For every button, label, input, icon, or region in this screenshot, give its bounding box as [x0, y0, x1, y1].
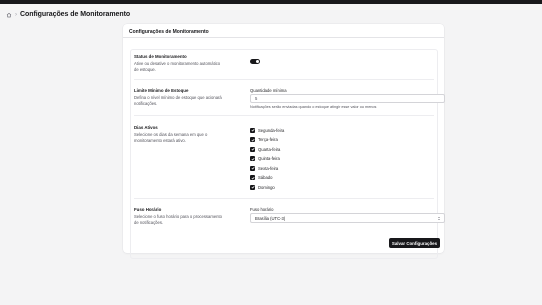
day-option-segunda[interactable]: Segunda-feira — [250, 127, 284, 133]
check-icon — [251, 138, 255, 141]
day-option-terca[interactable]: Terça-feira — [250, 137, 278, 143]
section-stock-threshold: Limite Mínimo de Estoque Defina o nível … — [134, 88, 445, 109]
section-divider — [134, 198, 434, 199]
chevron-right-icon: › — [15, 11, 17, 18]
settings-form — [130, 49, 438, 259]
section-description: Selecione o fuso horário para o processa… — [134, 213, 222, 225]
check-icon — [251, 185, 255, 189]
top-bar — [0, 0, 542, 4]
day-label: Segunda-feira — [258, 127, 285, 133]
checkbox-checked[interactable] — [250, 175, 255, 180]
chevron-up-down-icon — [437, 216, 441, 221]
section-description: Selecione os dias da semana em que o mon… — [134, 131, 208, 143]
checkbox-checked[interactable] — [250, 165, 255, 171]
monitoring-toggle[interactable] — [250, 59, 260, 64]
check-icon — [251, 157, 255, 160]
quantity-help-text: Notificações serão enviadas quando o est… — [250, 105, 377, 109]
day-option-sexta[interactable]: Sexta-feira — [250, 165, 278, 171]
checkbox-checked[interactable] — [250, 146, 255, 152]
timezone-label: Fuso horário — [250, 207, 274, 212]
day-label: Terça-feira — [258, 137, 278, 142]
check-icon — [251, 147, 255, 151]
toggle-knob — [256, 60, 259, 63]
section-title: Status de Monitoramento — [134, 54, 187, 59]
checkbox-checked[interactable] — [250, 156, 255, 161]
check-icon — [251, 128, 255, 132]
day-label: Sexta-feira — [258, 165, 279, 171]
quantity-input[interactable] — [250, 94, 445, 103]
section-title: Fuso Horário — [134, 207, 162, 212]
day-label: Quinta-feira — [258, 156, 280, 161]
checkbox-checked[interactable] — [250, 127, 255, 133]
quantity-label: Quantidade mínima — [250, 88, 287, 93]
section-active-days: Dias Ativos Selecione os dias da semana … — [134, 125, 434, 190]
card-title: Configurações de Monitoramento — [129, 29, 209, 35]
checkbox-checked[interactable] — [250, 184, 255, 190]
day-label: Domingo — [258, 184, 275, 190]
day-option-quarta[interactable]: Quarta-feira — [250, 146, 280, 152]
day-label: Quarta-feira — [258, 146, 281, 152]
card-divider — [123, 37, 444, 38]
home-icon[interactable] — [6, 12, 12, 18]
checkbox-checked[interactable] — [250, 137, 255, 142]
day-label: Sábado — [258, 175, 273, 180]
page-title: Configurações de Monitoramento — [20, 11, 131, 18]
section-description: Defina o nível mínimo de estoque que aci… — [134, 94, 222, 106]
timezone-select[interactable]: Brasília (UTC-3) — [250, 213, 445, 223]
section-timezone: Fuso Horário Selecione o fuso horário pa… — [134, 207, 445, 226]
day-option-sabado[interactable]: Sábado — [250, 175, 272, 181]
check-icon — [251, 176, 255, 179]
day-option-quinta[interactable]: Quinta-feira — [250, 156, 280, 162]
section-divider — [134, 115, 434, 116]
breadcrumb: › Configurações de Monitoramento — [6, 9, 130, 20]
section-description: Ative ou desative o monitoramento automá… — [134, 60, 221, 72]
settings-card: Configurações de Monitoramento Status de… — [123, 24, 445, 259]
timezone-selected-value: Brasília (UTC-3) — [255, 216, 286, 221]
section-divider — [134, 79, 434, 80]
day-option-domingo[interactable]: Domingo — [250, 184, 275, 190]
check-icon — [251, 166, 255, 170]
save-settings-button[interactable]: Salvar Configurações — [389, 238, 440, 248]
section-monitoring-status: Status de Monitoramento Ative ou desativ… — [134, 54, 434, 73]
